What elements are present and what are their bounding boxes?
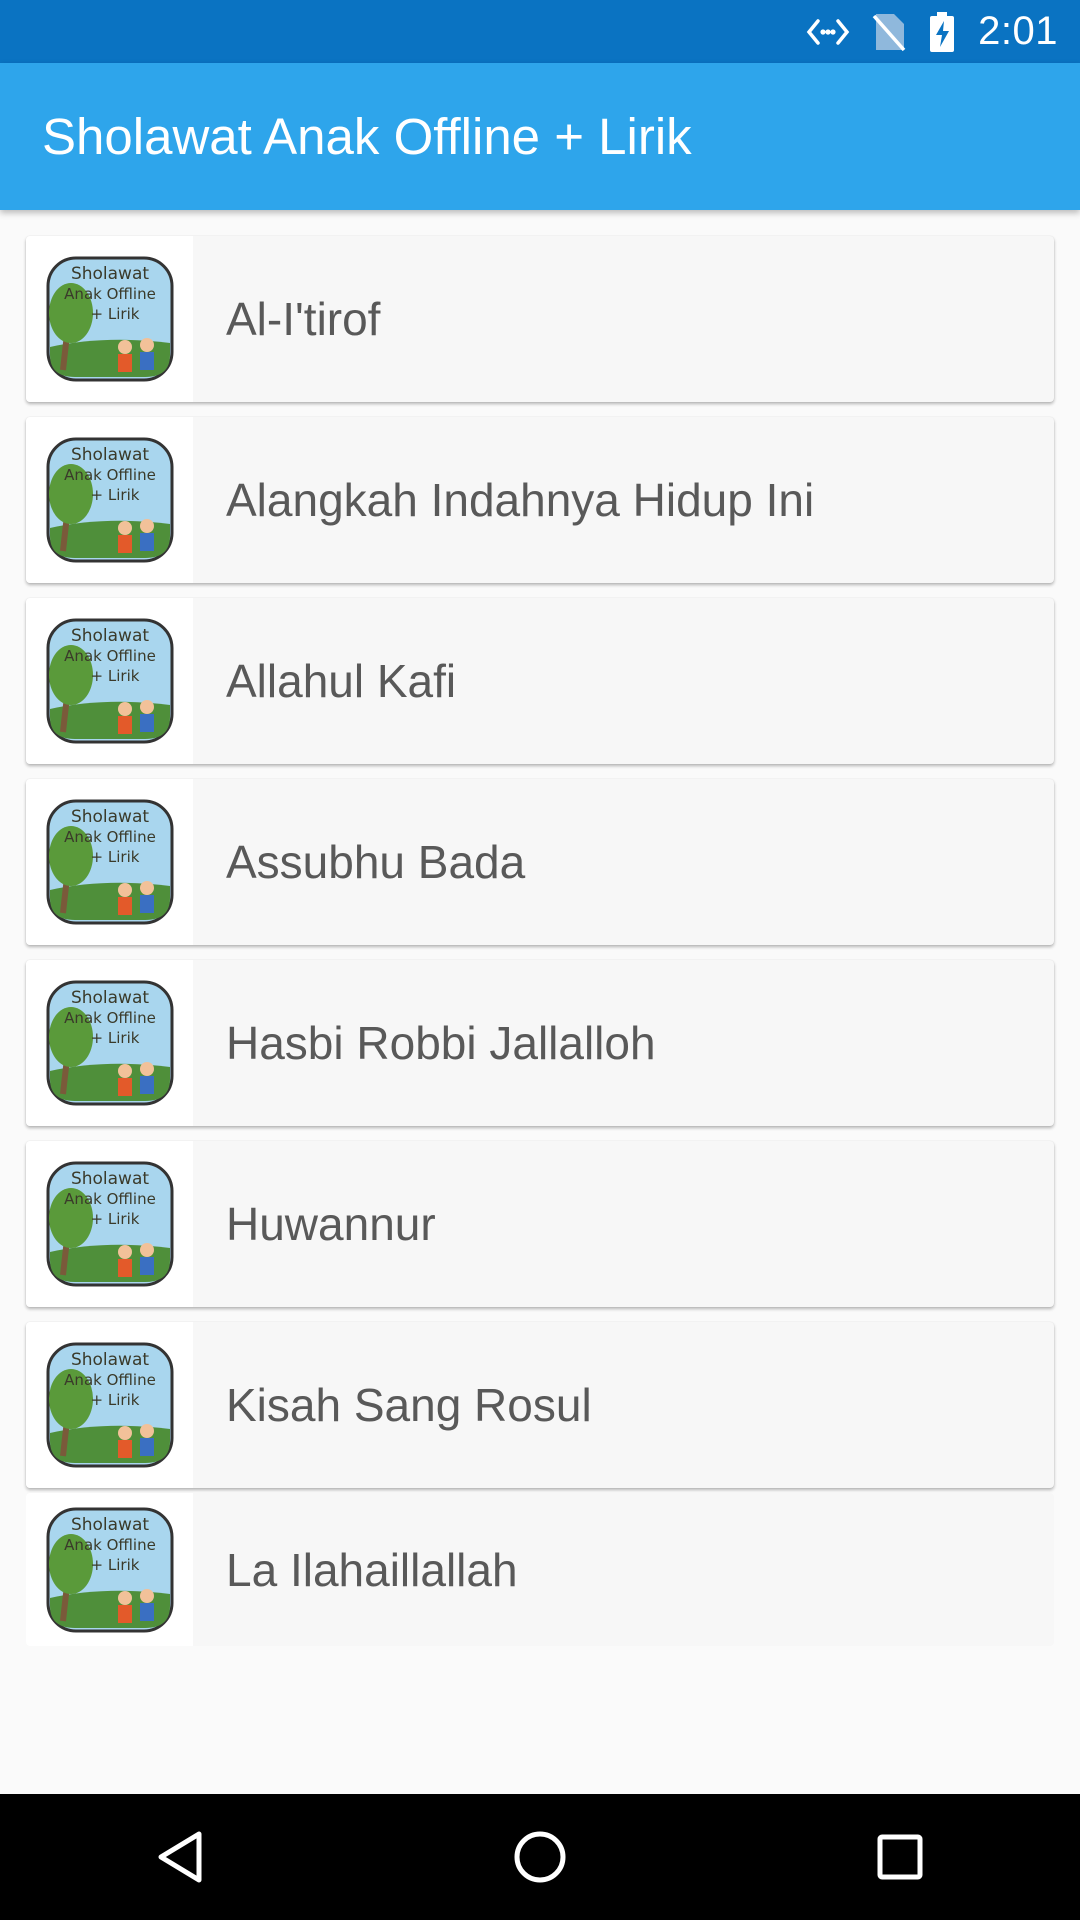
song-title: Alangkah Indahnya Hidup Ini (226, 474, 815, 526)
song-thumbnail: Sholawat Anak Offline + Lirik (26, 779, 193, 945)
app-logo-icon: Sholawat Anak Offline + Lirik (46, 980, 173, 1106)
song-title: Huwannur (226, 1198, 436, 1250)
home-icon (514, 1831, 566, 1883)
app-logo-icon: Sholawat Anak Offline + Lirik (46, 256, 173, 382)
recents-button[interactable] (840, 1807, 960, 1907)
song-title: La Ilahaillallah (226, 1543, 518, 1596)
logo-text: Sholawat (70, 988, 148, 1008)
logo-text: Sholawat (70, 264, 148, 284)
logo-text: Sholawat (70, 1515, 148, 1535)
logo-text: Sholawat (70, 1169, 148, 1189)
song-thumbnail: Sholawat Anak Offline + Lirik (26, 960, 193, 1126)
song-thumbnail: Sholawat Anak Offline + Lirik (26, 417, 193, 583)
home-button[interactable] (480, 1807, 600, 1907)
page-title: Sholawat Anak Offline + Lirik (42, 108, 692, 165)
list-item[interactable]: Sholawat Anak Offline + Lirik Hasbi Robb… (26, 960, 1054, 1126)
list-item[interactable]: Sholawat Anak Offline + Lirik Assubhu Ba… (26, 779, 1054, 945)
logo-text: + Lirik (90, 667, 139, 685)
navigation-bar (0, 1794, 1080, 1920)
list-item[interactable]: Sholawat Anak Offline + Lirik Kisah Sang… (26, 1322, 1054, 1488)
back-icon (158, 1831, 202, 1883)
song-title: Al-I'tirof (226, 293, 381, 345)
list-item[interactable]: Sholawat Anak Offline + Lirik Allahul Ka… (26, 598, 1054, 764)
logo-text: Sholawat (70, 626, 148, 646)
list-item[interactable]: Sholawat Anak Offline + Lirik Huwannur (26, 1141, 1054, 1307)
song-thumbnail: Sholawat Anak Offline + Lirik (26, 1141, 193, 1307)
data-transfer-icon (806, 17, 850, 47)
logo-text: + Lirik (90, 1029, 139, 1047)
logo-text: Sholawat (70, 1350, 148, 1370)
status-bar: 2:01 (0, 0, 1080, 63)
logo-text: Anak Offline (64, 1190, 156, 1208)
song-title: Hasbi Robbi Jallalloh (226, 1017, 656, 1069)
song-list: Sholawat Anak Offline + Lirik Al-I'tirof… (0, 210, 1080, 1794)
logo-text: Anak Offline (64, 1371, 156, 1389)
logo-text: + Lirik (90, 305, 139, 323)
logo-text: + Lirik (90, 486, 139, 504)
song-title: Assubhu Bada (226, 836, 526, 888)
song-title: Allahul Kafi (226, 655, 457, 707)
song-thumbnail: Sholawat Anak Offline + Lirik (26, 1493, 193, 1646)
logo-text: Sholawat (70, 445, 148, 465)
logo-text: Anak Offline (64, 285, 156, 303)
song-thumbnail: Sholawat Anak Offline + Lirik (26, 236, 193, 402)
app-logo-icon: Sholawat Anak Offline + Lirik (46, 1507, 173, 1632)
status-time: 2:01 (978, 9, 1058, 53)
logo-text: Anak Offline (64, 828, 156, 846)
app-bar: Sholawat Anak Offline + Lirik (0, 63, 1080, 210)
logo-text: Anak Offline (64, 466, 156, 484)
song-title: Kisah Sang Rosul (226, 1379, 592, 1431)
app-logo-icon: Sholawat Anak Offline + Lirik (46, 437, 173, 563)
list-item[interactable]: Sholawat Anak Offline + Lirik La Ilahail… (26, 1493, 1054, 1646)
app-logo-icon: Sholawat Anak Offline + Lirik (46, 1161, 173, 1287)
list-item[interactable]: Sholawat Anak Offline + Lirik Alangkah I… (26, 417, 1054, 583)
logo-text: Anak Offline (64, 1009, 156, 1027)
no-sim-icon (872, 12, 906, 52)
app-logo-icon: Sholawat Anak Offline + Lirik (46, 799, 173, 925)
song-thumbnail: Sholawat Anak Offline + Lirik (26, 598, 193, 764)
logo-text: Sholawat (70, 807, 148, 827)
recents-icon (877, 1834, 923, 1880)
logo-text: + Lirik (90, 1391, 139, 1409)
app-logo-icon: Sholawat Anak Offline + Lirik (46, 618, 173, 744)
back-button[interactable] (120, 1807, 240, 1907)
list-item[interactable]: Sholawat Anak Offline + Lirik Al-I'tirof (26, 236, 1054, 402)
logo-text: Anak Offline (64, 1536, 156, 1554)
logo-text: + Lirik (90, 1210, 139, 1228)
battery-charging-icon (928, 11, 956, 52)
logo-text: + Lirik (90, 848, 139, 866)
logo-text: Anak Offline (64, 647, 156, 665)
app-logo-icon: Sholawat Anak Offline + Lirik (46, 1342, 173, 1468)
song-thumbnail: Sholawat Anak Offline + Lirik (26, 1322, 193, 1488)
logo-text: + Lirik (90, 1556, 139, 1574)
